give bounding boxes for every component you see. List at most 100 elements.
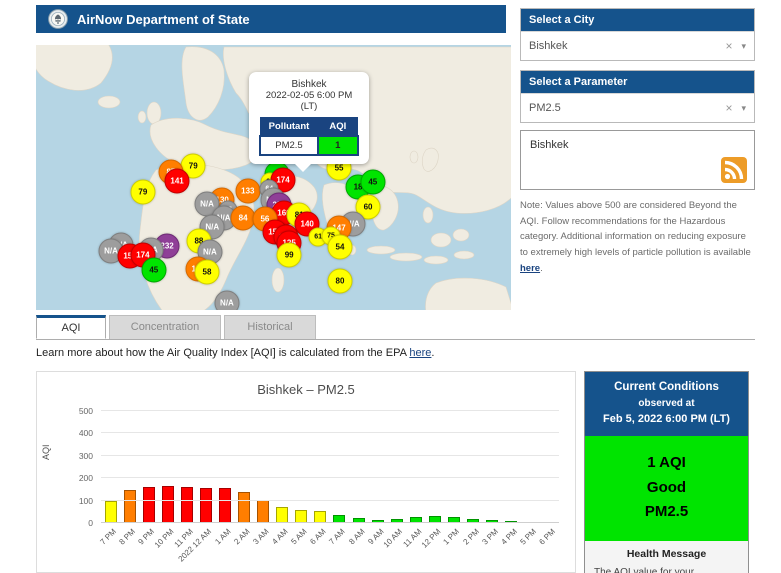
chart-x-tick-label: 10 AM [382,527,404,549]
chart-x-tick-label: 1 AM [213,527,232,546]
chart-y-tick-label: 200 [69,473,93,483]
note-text: Note: Values above 500 are considered Be… [520,200,751,258]
city-dropdown-caret-icon[interactable]: ▾ [741,41,746,52]
learn-more-prefix: Learn more about how the Air Quality Ind… [36,347,409,359]
parameter-select[interactable]: PM2.5 × ▾ [521,93,754,122]
map-marker[interactable]: 133 [235,179,260,204]
chart-x-tick-label: 3 PM [480,527,500,547]
rss-icon[interactable] [721,157,747,183]
select-city-title: Select a City [521,9,754,31]
chart-bar [124,490,136,523]
health-message-title: Health Message [585,541,748,565]
chart-gridline [101,477,559,478]
chart-x-tick-label: 3 AM [251,527,270,546]
map-marker[interactable]: 99 [277,242,302,267]
tooltip-table: Pollutant AQI PM2.5 1 [259,117,359,156]
map-marker[interactable]: N/A [214,291,239,310]
health-message-block: Health Message The AQI value for your co… [585,541,748,573]
app-header: AirNow Department of State [36,5,506,33]
map-marker[interactable]: 79 [130,180,155,205]
chart-bar [200,488,212,523]
current-aqi-block: 1 AQI Good PM2.5 [585,436,748,541]
chart-gridline [101,410,559,411]
map-marker[interactable]: 141 [165,169,190,194]
chart-x-tick-label: 7 AM [328,527,347,546]
chart-x-tick-label: 6 AM [309,527,328,546]
city-clear-icon[interactable]: × [725,39,732,53]
chart-title: Bishkek – PM2.5 [37,382,575,397]
chart-y-tick-label: 0 [69,518,93,528]
chart-bar [181,487,193,524]
select-parameter-panel: Select a Parameter PM2.5 × ▾ [520,70,755,123]
chart-bar [143,487,155,524]
chart-bar [219,488,231,523]
chart-bar [257,500,269,523]
airnow-page: AirNow Department of State [0,0,781,573]
chart-bar [238,492,250,523]
tooltip-datetime: 2022-02-05 6:00 PM [254,90,364,101]
chart-x-tick-label: 10 PM [153,527,176,550]
aqi-bar-chart: Bishkek – PM2.5 AQI 7 PM8 PM9 PM10 PM11 … [36,371,576,573]
page-title: AirNow Department of State [77,12,250,27]
chart-bar [276,507,288,523]
learn-more-text: Learn more about how the Air Quality Ind… [36,347,434,359]
learn-more-here-link[interactable]: here [409,347,431,359]
chart-bar [295,510,307,523]
note-here-link[interactable]: here [520,263,540,274]
chart-y-tick-label: 100 [69,496,93,506]
chart-x-tick-label: 6 PM [537,527,557,547]
city-select-value: Bishkek [529,40,725,52]
tab-historical[interactable]: Historical [224,315,316,339]
tooltip-aqi-value: 1 [318,136,358,155]
beyond-aqi-note: Note: Values above 500 are considered Be… [520,198,753,276]
chart-plot-area: 7 PM8 PM9 PM10 PM11 PM2022 12 AM1 AM2 AM… [101,411,559,523]
current-aqi-category: Good [585,476,748,501]
chart-x-tick-label: 7 PM [99,527,119,547]
current-conditions-title: Current Conditions [589,379,744,396]
chart-bar [162,486,174,523]
map-marker[interactable]: 54 [328,234,353,259]
chart-x-tick-label: 11 AM [401,527,423,549]
view-tabs: AQI Concentration Historical [36,315,755,340]
rss-feed-box: Bishkek [520,130,755,190]
tooltip-col-pollutant: Pollutant [260,118,318,137]
current-conditions-panel: Current Conditions observed at Feb 5, 20… [584,371,749,573]
department-of-state-seal-icon [48,9,68,29]
note-period: . [540,263,543,274]
aqi-world-map[interactable]: 798714179130N/A13397N/A84N/A88N/A232N/AN… [36,45,511,310]
parameter-select-value: PM2.5 [529,102,725,114]
tab-concentration[interactable]: Concentration [109,315,221,339]
chart-y-tick-label: 300 [69,451,93,461]
health-message-text: The AQI value for your community is betw… [585,565,748,573]
chart-x-tick-label: 12 PM [420,527,443,550]
chart-x-tick-label: 2 PM [461,527,481,547]
tooltip-pollutant-value: PM2.5 [260,136,318,155]
map-marker[interactable]: 45 [141,257,166,282]
map-marker[interactable]: 45 [360,170,385,195]
current-conditions-header: Current Conditions observed at Feb 5, 20… [585,372,748,436]
map-marker[interactable]: 58 [195,260,220,285]
chart-x-tick-label: 5 PM [518,527,538,547]
city-select[interactable]: Bishkek × ▾ [521,31,754,60]
chart-x-tick-label: 5 AM [290,527,309,546]
chart-x-tick-label: 4 AM [271,527,290,546]
chart-x-tick-label: 8 PM [118,527,138,547]
tooltip-col-aqi: AQI [318,118,358,137]
observed-at-label: observed at [589,396,744,411]
tab-aqi[interactable]: AQI [36,315,106,339]
chart-x-tick-label: 2 AM [232,527,251,546]
map-marker[interactable]: 80 [328,269,353,294]
parameter-dropdown-caret-icon[interactable]: ▾ [741,103,746,114]
parameter-clear-icon[interactable]: × [725,101,732,115]
chart-y-axis-label: AQI [41,444,51,460]
chart-bar [105,501,117,523]
current-aqi-parameter: PM2.5 [585,500,748,525]
chart-y-tick-label: 400 [69,428,93,438]
rss-city-label: Bishkek [530,139,569,151]
tooltip-city: Bishkek [254,79,364,90]
chart-y-tick-label: 500 [69,406,93,416]
chart-x-tick-label: 8 AM [347,527,366,546]
chart-gridline [101,432,559,433]
chart-bars: 7 PM8 PM9 PM10 PM11 PM2022 12 AM1 AM2 AM… [101,411,559,523]
select-city-panel: Select a City Bishkek × ▾ [520,8,755,61]
